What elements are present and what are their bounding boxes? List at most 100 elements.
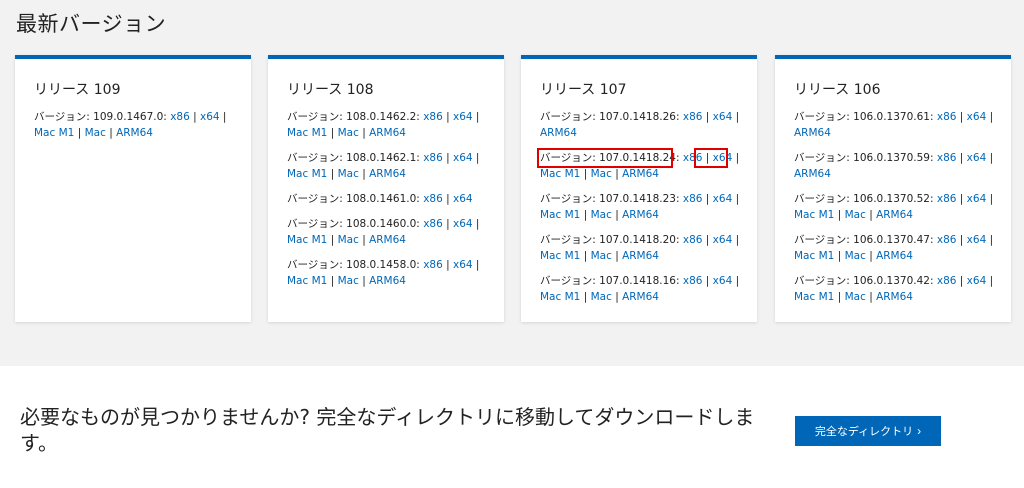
download-link-x86[interactable]: x86 [937,152,957,164]
link-separator: | [327,234,338,246]
download-link-mac-m1[interactable]: Mac M1 [287,234,327,246]
download-link-x86[interactable]: x86 [423,152,443,164]
download-link-arm64[interactable]: ARM64 [622,291,659,303]
download-link-x64[interactable]: x64 [453,193,473,205]
download-link-mac-m1[interactable]: Mac M1 [540,209,580,221]
download-link-x64[interactable]: x64 [967,111,987,123]
download-link-x64[interactable]: x64 [967,234,987,246]
link-separator: | [442,218,453,230]
download-link-mac[interactable]: Mac [845,250,866,262]
download-link-arm64[interactable]: ARM64 [622,250,659,262]
download-link-mac-m1[interactable]: Mac M1 [794,209,834,221]
version-label: バージョン: 106.0.1370.42: [794,275,934,287]
link-separator: | [442,193,453,205]
link-separator: | [611,250,623,262]
download-link-arm64[interactable]: ARM64 [622,168,659,180]
download-link-arm64[interactable]: ARM64 [794,168,831,180]
release-card: リリース 107 バージョン: 107.0.1418.26: x86 | x64 … [521,55,757,322]
link-separator: | [219,111,227,123]
link-separator: | [702,111,713,123]
download-link-mac-m1[interactable]: Mac M1 [540,291,580,303]
download-link-x64[interactable]: x64 [713,193,733,205]
version-entry: バージョン: 109.0.1467.0: x86 | x64 | Mac M1 … [34,109,237,141]
download-link-x64[interactable]: x64 [967,275,987,287]
download-link-mac[interactable]: Mac [845,209,866,221]
chevron-right-icon: › [917,424,922,438]
version-label: バージョン: 107.0.1418.23: [540,193,680,205]
download-link-x86[interactable]: x86 [683,111,703,123]
download-link-mac-m1[interactable]: Mac M1 [287,275,327,287]
link-separator: | [327,275,338,287]
download-link-x64[interactable]: x64 [713,234,733,246]
download-link-x86[interactable]: x86 [683,275,703,287]
download-link-arm64[interactable]: ARM64 [794,127,831,139]
download-link-mac-m1[interactable]: Mac M1 [794,291,834,303]
download-link-x86[interactable]: x86 [683,152,703,164]
link-separator: | [865,250,877,262]
download-link-x86[interactable]: x86 [937,234,957,246]
download-link-x86[interactable]: x86 [423,111,443,123]
download-link-arm64[interactable]: ARM64 [876,250,913,262]
download-link-arm64[interactable]: ARM64 [876,291,913,303]
download-link-x64[interactable]: x64 [713,152,733,164]
download-link-x64[interactable]: x64 [200,111,220,123]
download-link-arm64[interactable]: ARM64 [876,209,913,221]
full-directory-button[interactable]: 完全なディレクトリ › [795,416,941,446]
download-link-mac-m1[interactable]: Mac M1 [287,168,327,180]
download-link-mac[interactable]: Mac [845,291,866,303]
download-link-mac-m1[interactable]: Mac M1 [540,168,580,180]
download-link-mac[interactable]: Mac [338,275,359,287]
download-link-arm64[interactable]: ARM64 [622,209,659,221]
download-link-mac[interactable]: Mac [591,209,612,221]
download-link-x86[interactable]: x86 [423,193,443,205]
download-link-mac[interactable]: Mac [591,168,612,180]
download-link-x86[interactable]: x86 [937,275,957,287]
download-link-arm64[interactable]: ARM64 [369,127,406,139]
download-link-mac[interactable]: Mac [591,250,612,262]
link-separator: | [956,152,967,164]
download-link-x86[interactable]: x86 [423,259,443,271]
download-link-x64[interactable]: x64 [713,275,733,287]
download-link-mac-m1[interactable]: Mac M1 [34,127,74,139]
download-link-x64[interactable]: x64 [967,152,987,164]
download-link-x64[interactable]: x64 [453,152,473,164]
download-link-x64[interactable]: x64 [713,111,733,123]
release-title: リリース 109 [34,82,121,98]
download-link-arm64[interactable]: ARM64 [369,168,406,180]
download-link-x86[interactable]: x86 [937,111,957,123]
download-link-arm64[interactable]: ARM64 [116,127,153,139]
link-separator: | [442,111,453,123]
download-link-mac[interactable]: Mac [85,127,106,139]
download-link-mac-m1[interactable]: Mac M1 [540,250,580,262]
download-link-x64[interactable]: x64 [453,218,473,230]
download-link-arm64[interactable]: ARM64 [540,127,577,139]
download-link-mac-m1[interactable]: Mac M1 [287,127,327,139]
download-link-x86[interactable]: x86 [683,193,703,205]
version-entry: バージョン: 108.0.1460.0: x86 | x64 | Mac M1 … [287,216,490,248]
download-link-mac[interactable]: Mac [338,127,359,139]
download-link-mac-m1[interactable]: Mac M1 [794,250,834,262]
version-label: バージョン: 107.0.1418.24: [540,152,680,164]
link-separator: | [732,111,740,123]
link-separator: | [956,234,967,246]
link-separator: | [442,152,453,164]
download-link-x64[interactable]: x64 [967,193,987,205]
download-link-x86[interactable]: x86 [937,193,957,205]
download-link-x86[interactable]: x86 [683,234,703,246]
release-title: リリース 107 [540,82,627,98]
download-link-x64[interactable]: x64 [453,259,473,271]
download-link-mac[interactable]: Mac [338,234,359,246]
download-link-mac[interactable]: Mac [338,168,359,180]
link-separator: | [834,291,845,303]
section-title: 最新バージョン [16,12,167,36]
link-separator: | [702,275,713,287]
download-link-arm64[interactable]: ARM64 [369,275,406,287]
download-link-x64[interactable]: x64 [453,111,473,123]
version-label: バージョン: 106.0.1370.52: [794,193,934,205]
download-link-x86[interactable]: x86 [170,111,190,123]
link-separator: | [580,250,591,262]
link-separator: | [834,250,845,262]
download-link-arm64[interactable]: ARM64 [369,234,406,246]
download-link-x86[interactable]: x86 [423,218,443,230]
download-link-mac[interactable]: Mac [591,291,612,303]
